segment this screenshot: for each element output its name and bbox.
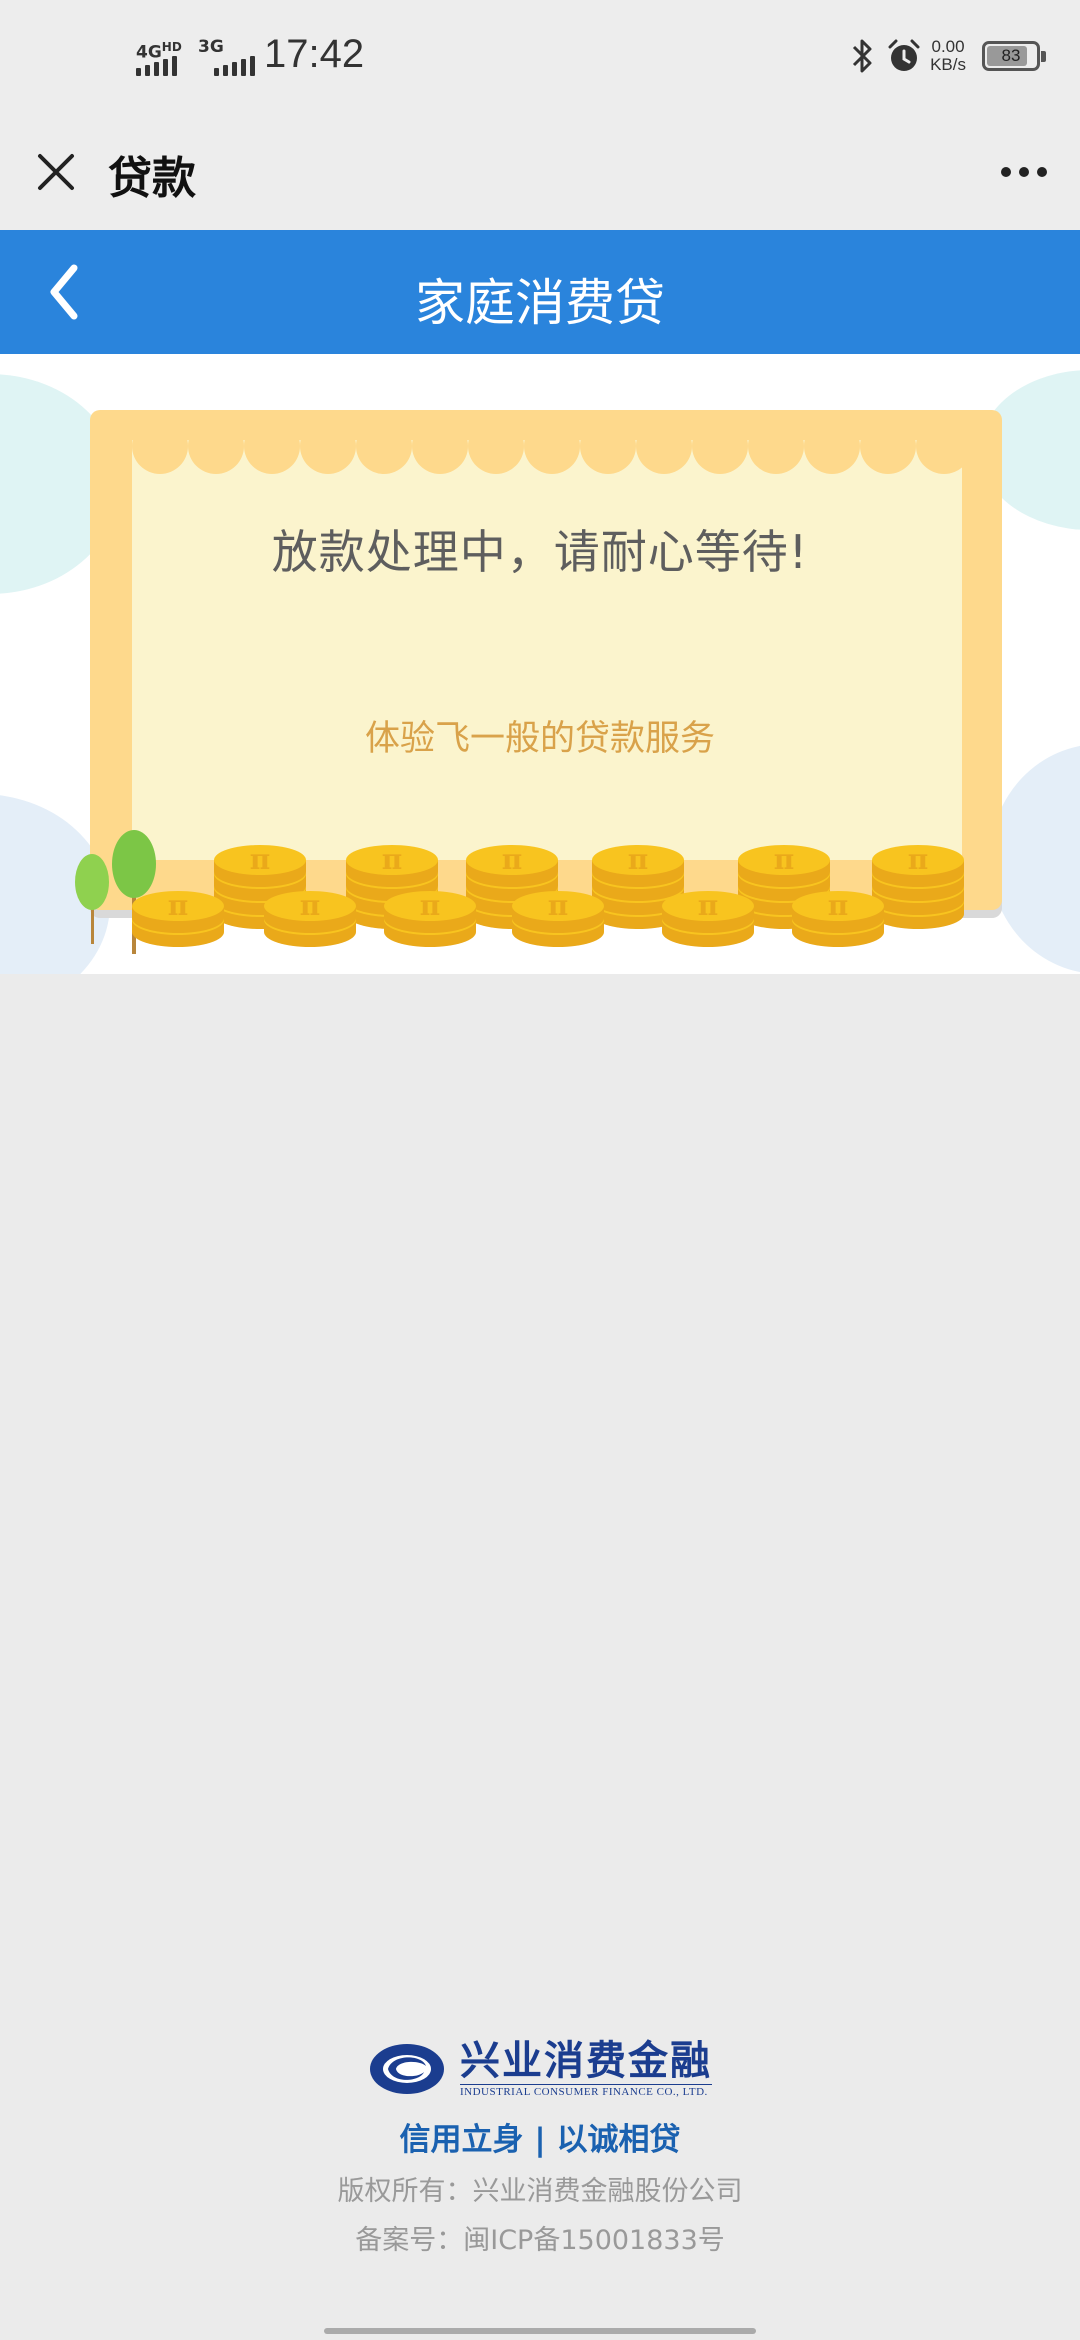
close-button[interactable]	[24, 140, 88, 204]
coin-symbol: π	[300, 889, 321, 922]
webview-title-bar: 贷款	[0, 120, 1080, 230]
coin-symbol: π	[548, 889, 569, 922]
coin-symbol: π	[250, 843, 271, 876]
coin-icon: π	[738, 843, 830, 887]
coin-icon: π	[872, 843, 964, 887]
page-header: 家庭消费贷	[0, 230, 1080, 354]
home-indicator[interactable]	[324, 2328, 756, 2334]
icp-record: 备案号：闽ICP备15001833号	[355, 2225, 725, 2256]
more-dot-icon	[1019, 167, 1029, 177]
network-speed-value: 0.00	[931, 37, 965, 56]
battery-percent: 83	[1001, 46, 1021, 65]
alarm-clock-icon	[888, 39, 920, 71]
footer: 兴业消费金融 INDUSTRIAL CONSUMER FINANCE CO., …	[0, 2040, 1080, 2257]
coin-symbol: π	[628, 843, 649, 876]
coin-stacks: π π π π π ππ π π π π π	[75, 830, 964, 954]
coin-symbol: π	[420, 889, 441, 922]
scallop-border	[132, 440, 962, 474]
company-logo: 兴业消费金融 INDUSTRIAL CONSUMER FINANCE CO., …	[368, 2040, 712, 2098]
status-time: 17:42	[264, 32, 365, 76]
signal-strength-3g-icon	[214, 52, 255, 76]
close-icon	[38, 154, 74, 190]
coin-symbol: π	[908, 843, 929, 876]
coin-icon: π	[512, 889, 604, 933]
status-bar: 4GHD 3G 17:42 0.00 KB/s 83	[0, 0, 1080, 120]
more-dot-icon	[1037, 167, 1047, 177]
coin-icon: π	[384, 889, 476, 933]
company-logo-icon	[370, 2044, 444, 2094]
more-options-button[interactable]	[992, 140, 1056, 204]
bluetooth-icon	[853, 39, 872, 73]
coin-icon: π	[214, 843, 306, 887]
company-logo-name: 兴业消费金融	[460, 2037, 712, 2084]
network-speed: 0.00 KB/s	[930, 38, 966, 74]
network-speed-unit: KB/s	[930, 55, 966, 74]
status-panel: 放款处理中，请耐心等待! 体验飞一般的贷款服务 ππππππππππππ	[0, 354, 1080, 974]
company-slogan: 信用立身 | 以诚相贷	[399, 2122, 681, 2158]
tree-small-icon	[75, 854, 109, 944]
coin-symbol: π	[168, 889, 189, 922]
status-right-group: 0.00 KB/s 83	[848, 36, 1046, 76]
status-message: 放款处理中，请耐心等待!	[271, 525, 809, 579]
coin-symbol: π	[828, 889, 849, 922]
coin-symbol: π	[698, 889, 719, 922]
coin-symbol: π	[774, 843, 795, 876]
signal-strength-icon	[136, 52, 177, 76]
coin-icon: π	[662, 889, 754, 933]
coin-icon: π	[346, 843, 438, 887]
coin-icon: π	[466, 843, 558, 887]
coin-icon: π	[264, 889, 356, 933]
copyright-text: 版权所有：兴业消费金融股份公司	[337, 2176, 743, 2207]
page-title: 家庭消费贷	[415, 274, 665, 332]
webview-title: 贷款	[108, 153, 196, 204]
coin-icon: π	[132, 889, 224, 933]
coin-icon: π	[792, 889, 884, 933]
coin-icon: π	[592, 843, 684, 887]
coin-symbol: π	[502, 843, 523, 876]
more-dot-icon	[1001, 167, 1011, 177]
coin-symbol: π	[382, 843, 403, 876]
company-logo-english: INDUSTRIAL CONSUMER FINANCE CO., LTD.	[460, 2084, 712, 2098]
battery-icon: 83	[982, 41, 1046, 71]
